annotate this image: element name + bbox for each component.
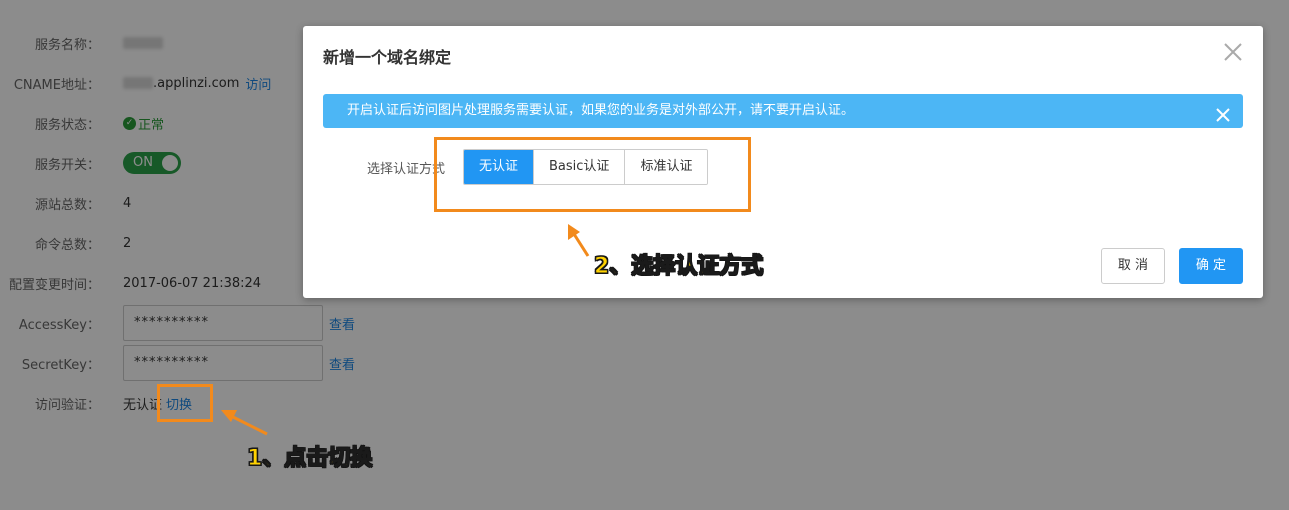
annotation-arrow-1 bbox=[221, 410, 268, 436]
annotation-step-1: 1、点击切换 bbox=[246, 446, 373, 472]
alert-close-icon[interactable] bbox=[1215, 103, 1231, 122]
dialog-close-icon[interactable] bbox=[1221, 40, 1245, 64]
annotation-box-switch bbox=[157, 384, 213, 422]
annotation-step-2: 2、选择认证方式 bbox=[593, 254, 764, 280]
dialog-title: 新增一个域名绑定 bbox=[323, 48, 452, 67]
cancel-button[interactable]: 取 消 bbox=[1101, 248, 1165, 284]
alert-text: 开启认证后访问图片处理服务需要认证，如果您的业务是对外部公开，请不要开启认证。 bbox=[347, 103, 855, 118]
auth-info-alert: 开启认证后访问图片处理服务需要认证，如果您的业务是对外部公开，请不要开启认证。 bbox=[323, 94, 1243, 128]
annotation-box-auth-method bbox=[434, 137, 751, 212]
confirm-button[interactable]: 确 定 bbox=[1179, 248, 1243, 284]
